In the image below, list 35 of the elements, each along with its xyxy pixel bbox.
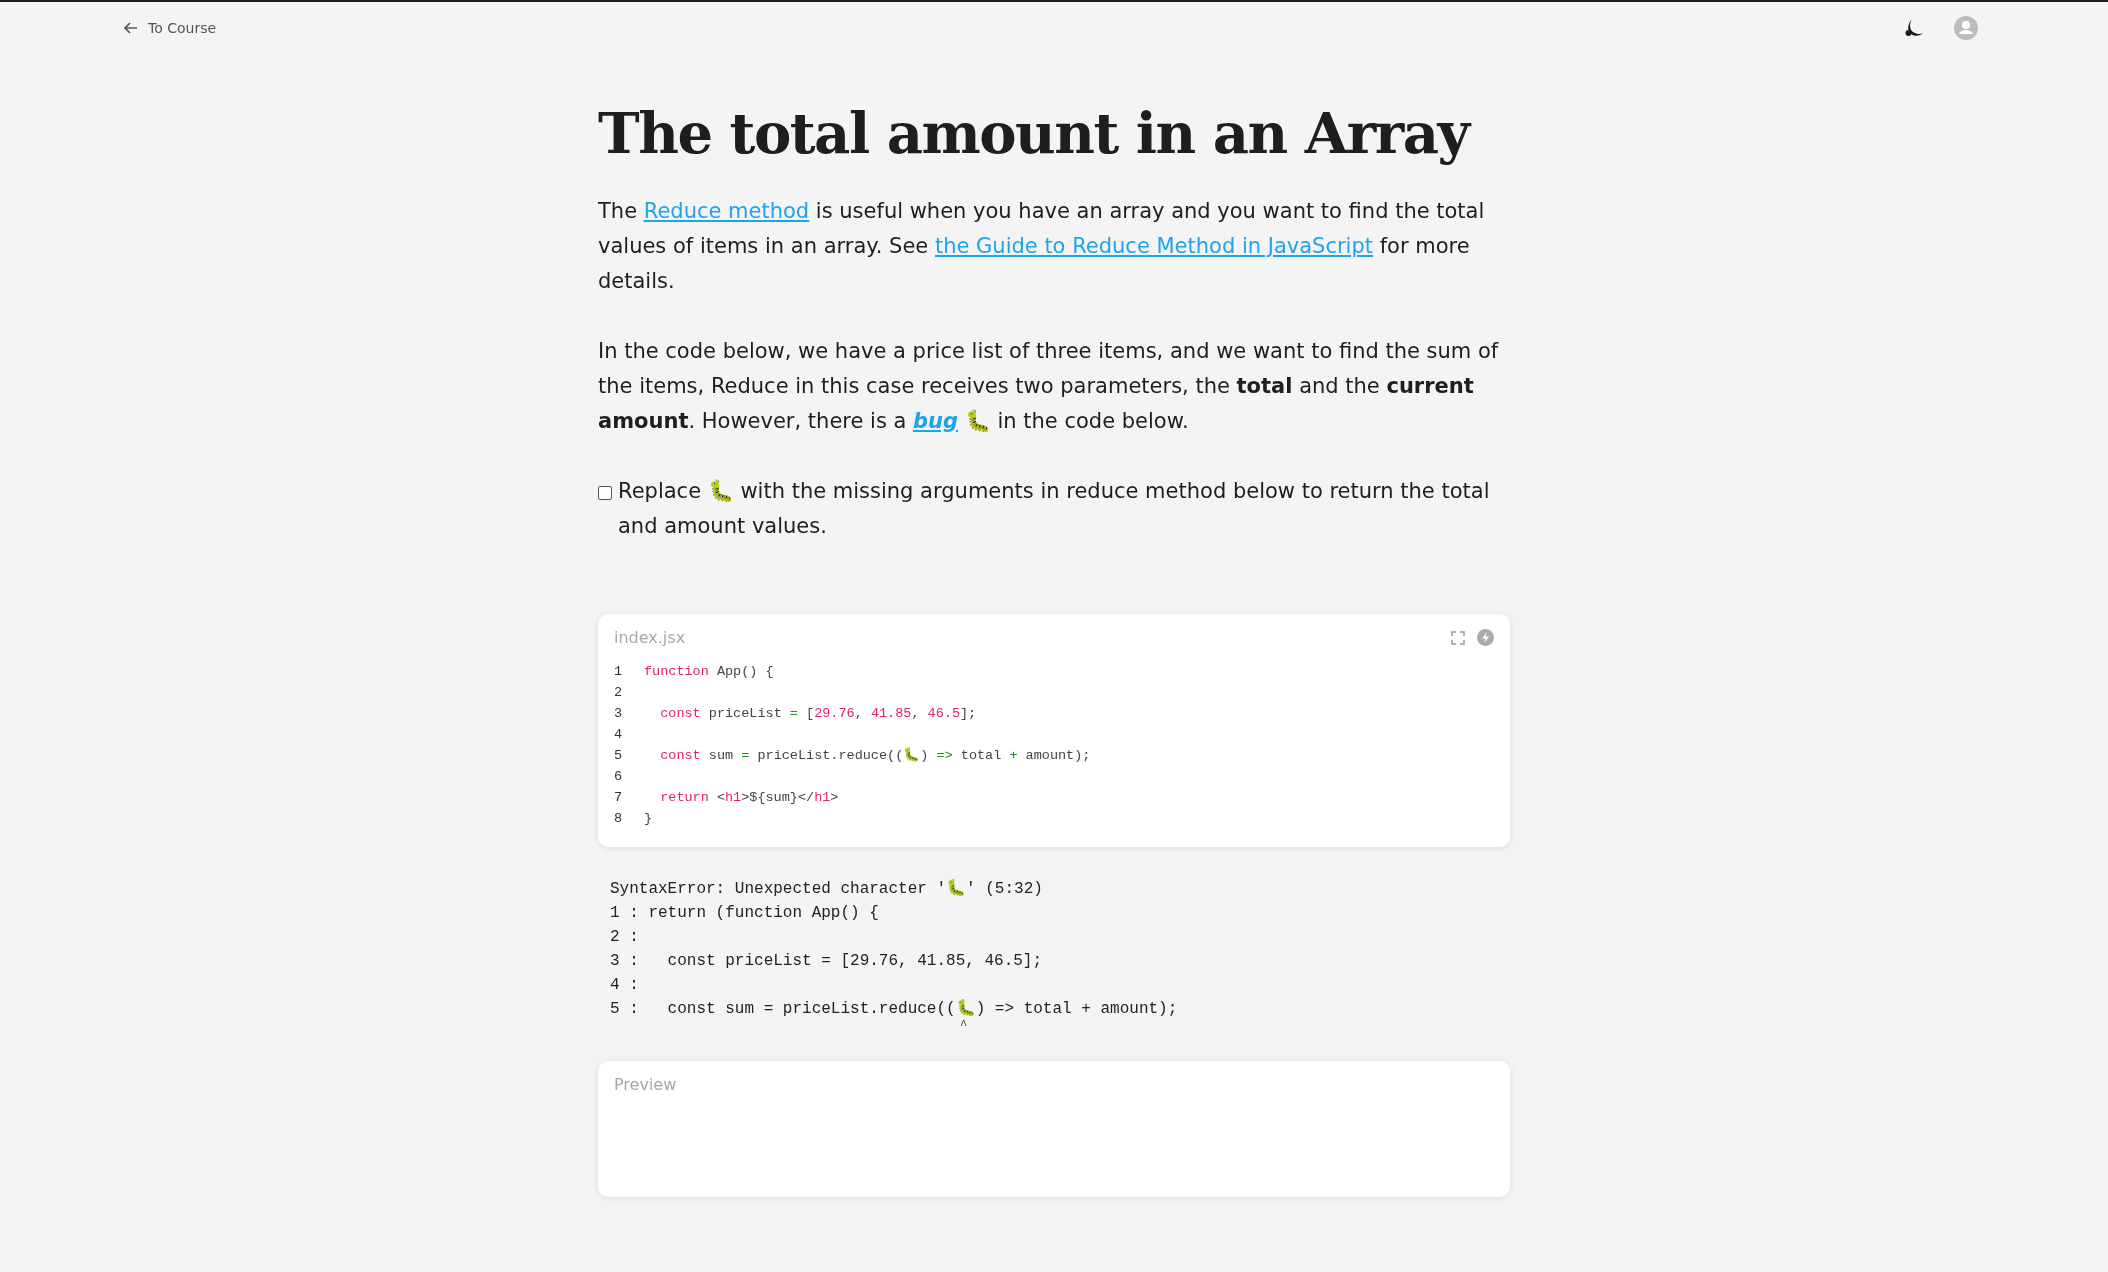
arrow-left-icon xyxy=(124,22,138,34)
error-line: 4 : xyxy=(610,975,640,996)
line-number: 6 xyxy=(614,768,624,786)
page-title: The total amount in an Array xyxy=(598,100,1472,166)
code-line: const priceList = [29.76, 41.85, 46.5]; xyxy=(659,705,977,723)
panel-label: Preview xyxy=(614,1075,677,1094)
paragraph: The Reduce method is useful when you have an array and you want to find the total values of items in an array. See the Guide to Reduce Method in JavaScript for more details. xyxy=(598,198,1486,295)
user-avatar-icon[interactable] xyxy=(1954,16,1978,40)
text-link[interactable]: the Guide to Reduce Method in JavaScript xyxy=(934,234,1373,258)
task-text: Replace 🐛 with the missing arguments in reduce method below to return the total and amount values. xyxy=(618,478,1491,540)
line-number: 2 xyxy=(614,684,624,702)
code-line: function App() { xyxy=(644,663,774,681)
paragraph: In the code below, we have a price list of three items, and we want to find the sum of the items, Reduce in this case receives two parameters, the total and the current amount. However, there is a bug 🐛 in the code below. xyxy=(598,338,1500,435)
code-line: } xyxy=(644,810,653,828)
error-line: 2 : xyxy=(610,927,640,948)
fullscreen-icon[interactable] xyxy=(1451,630,1465,645)
lightning-icon[interactable] xyxy=(1477,629,1494,646)
line-number: 3 xyxy=(614,705,624,723)
code-line: const sum = priceList.reduce((🐛) => total + amount); xyxy=(659,746,1091,765)
line-number: 1 xyxy=(614,663,624,681)
line-number: 7 xyxy=(614,789,624,807)
line-number: 8 xyxy=(614,810,624,828)
checkbox[interactable] xyxy=(598,486,612,500)
text-link[interactable]: Reduce method xyxy=(643,199,810,223)
caret-mark: ^ xyxy=(960,1019,968,1033)
error-line: 3 : const priceList = [29.76, 41.85, 46.5]; xyxy=(610,951,1044,972)
line-number: 5 xyxy=(614,747,624,765)
code-line: return <h1>${sum}</h1> xyxy=(659,789,839,807)
text-link[interactable]: bug xyxy=(913,409,959,433)
back-link[interactable]: To Course xyxy=(124,20,217,36)
line-number: 4 xyxy=(614,726,624,744)
error-line: 1 : return (function App() { xyxy=(610,903,880,924)
file-name: index.jsx xyxy=(614,628,686,647)
error-line: SyntaxError: Unexpected character '🐛' (5:32) xyxy=(610,878,1044,900)
error-line: 5 : const sum = priceList.reduce((🐛) => total + amount); xyxy=(610,998,1179,1020)
